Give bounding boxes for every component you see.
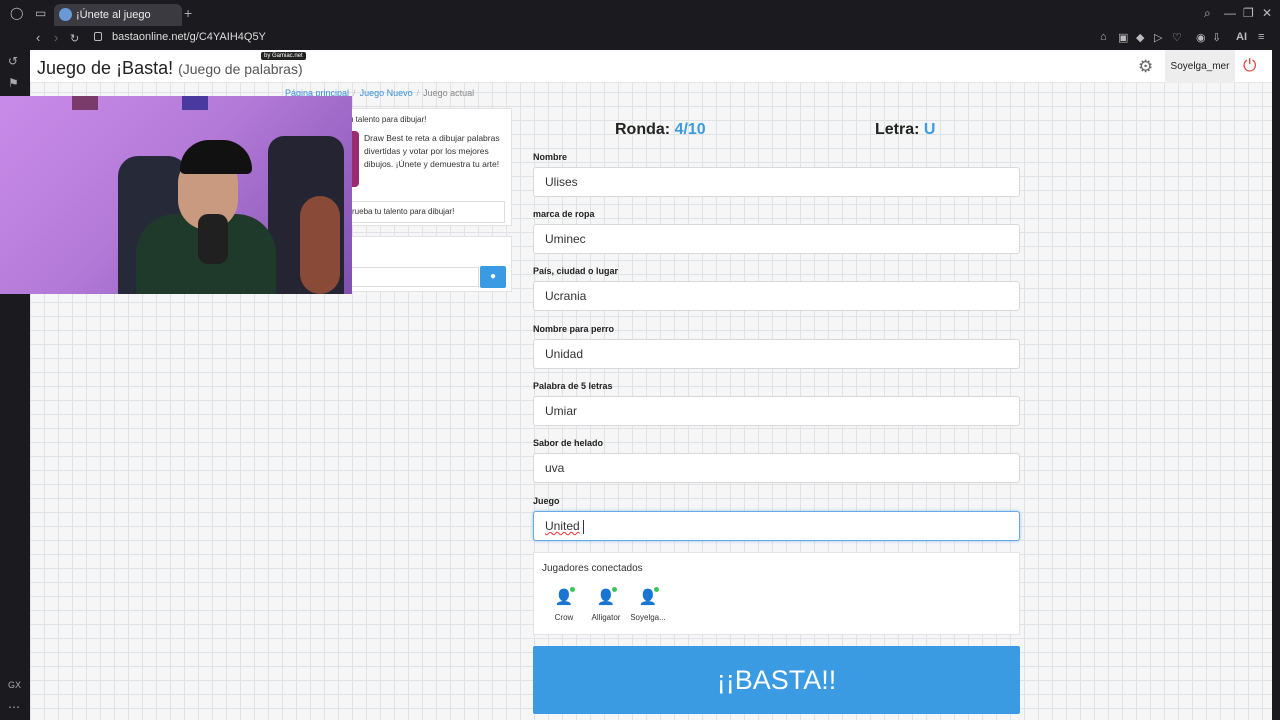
basta-button[interactable]: ¡¡BASTA!! [533, 646, 1020, 714]
online-dot [654, 587, 659, 592]
shield-icon[interactable]: ◆ [1136, 31, 1144, 44]
field-label-juego: Juego [533, 496, 560, 506]
account-icon[interactable]: ◉ [1196, 31, 1206, 44]
user-icon: 👤 [638, 587, 659, 606]
helado-input[interactable]: uva [533, 453, 1020, 483]
username-button[interactable]: Soyelga_mer [1165, 50, 1235, 83]
history-icon[interactable]: ↺ [8, 54, 18, 68]
chat-bubble-icon: ● [489, 271, 497, 282]
chat-send-button[interactable]: ● [480, 266, 506, 288]
site-header: Juego de ¡Basta! (Juego de palabras) by … [30, 50, 1272, 83]
user-icon: 👤 [554, 587, 575, 606]
new-tab-icon[interactable]: + [184, 5, 192, 21]
gamiac-badge[interactable]: by Gamiac.net [261, 52, 306, 60]
juego-input-value: United [545, 519, 580, 533]
wall-frame [72, 96, 98, 110]
player-item[interactable]: 👤 Alligator [584, 587, 628, 622]
promo-button[interactable]: rueba tu talento para dibujar! [347, 201, 505, 223]
bookmark-icon[interactable]: ⌂ [1100, 31, 1107, 43]
wall-frame [182, 96, 208, 110]
juego-input[interactable]: United [533, 511, 1020, 541]
field-label-nombre: Nombre [533, 152, 568, 162]
forward-icon[interactable]: › [54, 30, 58, 45]
text-caret [582, 519, 584, 534]
streamer-cap [180, 140, 252, 174]
address-bar[interactable]: bastaonline.net/g/C4YAIH4Q5Y [112, 31, 266, 43]
webcam-overlay [0, 96, 352, 294]
players-title: Jugadores conectados [542, 563, 643, 574]
online-dot [570, 587, 575, 592]
guitar-shape [300, 196, 340, 294]
letter-value: U [923, 121, 936, 138]
online-dot [612, 587, 617, 592]
gx-label: GX [8, 680, 22, 690]
chat-box: ● [342, 236, 512, 292]
player-name: Soyelga... [630, 613, 666, 622]
breadcrumb-current: Juego actual [423, 88, 475, 98]
promo-text: Draw Best te reta a dibujar palabras div… [364, 133, 500, 169]
palabra-input[interactable]: Umiar [533, 396, 1020, 426]
player-name: Alligator [591, 613, 621, 622]
back-icon[interactable]: ‹ [36, 30, 40, 45]
user-icon: 👤 [596, 587, 617, 606]
microphone-shape [198, 214, 228, 264]
gear-icon[interactable]: ⚙ [1138, 57, 1153, 77]
play-icon[interactable]: ▷ [1154, 31, 1162, 44]
player-item[interactable]: 👤 Crow [542, 587, 586, 622]
field-label-lugar: País, ciudad o lugar [533, 266, 619, 276]
ai-button[interactable]: AI [1236, 31, 1247, 43]
power-icon[interactable]: ⏻ [1243, 56, 1256, 76]
promo-heading: u talento para dibujar! [349, 115, 427, 124]
player-name: Crow [554, 613, 574, 622]
search-icon[interactable]: ⌕ [1204, 6, 1211, 21]
letter-indicator: Letra: U [875, 121, 935, 139]
browser-tabbar: ◯ ▭ ¡Únete al juego Basta! + ⌕ — ❐ ✕ [0, 0, 1280, 43]
round-indicator: Ronda: 4/10 [615, 121, 706, 139]
round-label: Ronda: [615, 121, 671, 138]
title-main: Juego de ¡Basta! [37, 58, 174, 78]
round-value: 4/10 [674, 121, 706, 138]
menu-icon[interactable]: ≡ [1258, 31, 1264, 43]
lock-icon [94, 32, 102, 41]
players-panel: Jugadores conectados 👤 Crow 👤 Alligator … [533, 552, 1020, 635]
breadcrumb-new-game[interactable]: Juego Nuevo [360, 88, 413, 98]
tab-overview-icon[interactable]: ▭ [35, 6, 46, 20]
minimize-icon[interactable]: — [1224, 6, 1236, 20]
browser-navbar: ‹ › ↻ bastaonline.net/g/C4YAIH4Q5Y ⌂ ▣ ◆… [0, 28, 1280, 50]
promo-card: u talento para dibujar! Draw Best te ret… [342, 108, 512, 226]
title-subtitle: (Juego de palabras) [178, 61, 303, 77]
field-label-perro: Nombre para perro [533, 324, 615, 334]
heart-icon[interactable]: ♡ [1172, 31, 1182, 44]
field-label-palabra: Palabra de 5 letras [533, 381, 613, 391]
letter-label: Letra: [875, 121, 920, 138]
restore-icon[interactable]: ❐ [1243, 6, 1254, 20]
tab-favicon-icon [59, 8, 72, 21]
lugar-input[interactable]: Ucrania [533, 281, 1020, 311]
gaming-icon[interactable]: ⚑ [8, 76, 19, 90]
marca-input[interactable]: Uminec [533, 224, 1020, 254]
perro-input[interactable]: Unidad [533, 339, 1020, 369]
more-icon[interactable]: ⋯ [8, 700, 20, 714]
close-icon[interactable]: ✕ [1262, 6, 1272, 20]
nombre-input[interactable]: Ulises [533, 167, 1020, 197]
field-label-helado: Sabor de helado [533, 438, 604, 448]
download-icon[interactable]: ⇩ [1212, 31, 1221, 44]
snapshot-icon[interactable]: ▣ [1118, 31, 1128, 44]
reload-icon[interactable]: ↻ [70, 32, 79, 45]
page-title: Juego de ¡Basta! (Juego de palabras) [37, 58, 303, 79]
chat-input[interactable] [347, 267, 479, 287]
browser-tab[interactable]: ¡Únete al juego Basta! [54, 4, 182, 43]
player-item[interactable]: 👤 Soyelga... [626, 587, 670, 622]
opera-logo-icon[interactable]: ◯ [10, 6, 23, 20]
field-label-marca: marca de ropa [533, 209, 595, 219]
